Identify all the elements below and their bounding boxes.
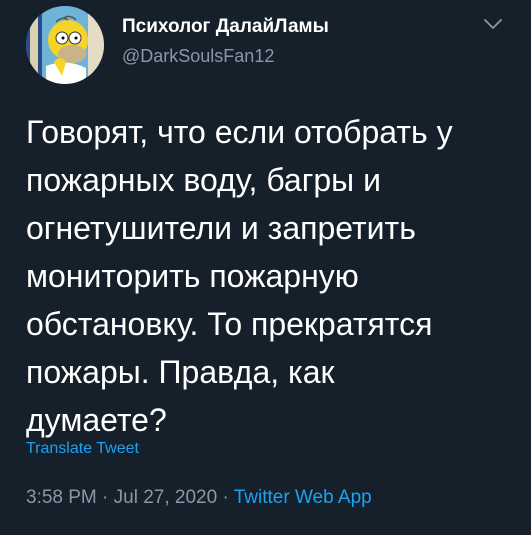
translate-tweet-link[interactable]: Translate Tweet xyxy=(26,440,139,458)
tweet-text-line: пожары. Правда, как xyxy=(26,354,335,390)
author-display-name[interactable]: Психолог ДалайЛамы xyxy=(122,16,329,38)
tweet-text-line: обстановку. То прекратятся xyxy=(26,306,433,342)
tweet-card: Психолог ДалайЛамы @DarkSoulsFan12 Говор… xyxy=(0,0,531,535)
tweet-text-line: мониторить пожарную xyxy=(26,258,359,294)
tweet-text: Говорят, что если отобрать у пожарных во… xyxy=(26,108,506,444)
tweet-menu-button[interactable] xyxy=(481,12,505,36)
meta-separator: · xyxy=(222,487,229,508)
tweet-text-line: огнетушители и запретить xyxy=(26,210,416,246)
tweet-meta: 3:58 PM · Jul 27, 2020 · Twitter Web App xyxy=(26,487,372,509)
tweet-text-line: пожарных воду, багры и xyxy=(26,162,381,198)
tweet-date[interactable]: Jul 27, 2020 xyxy=(114,487,218,508)
tweet-time[interactable]: 3:58 PM xyxy=(26,487,97,508)
tweet-text-line: Говорят, что если отобрать у xyxy=(26,114,453,150)
meta-separator: · xyxy=(102,487,109,508)
chevron-down-icon xyxy=(484,19,502,29)
homer-avatar-icon xyxy=(26,6,104,84)
author-handle[interactable]: @DarkSoulsFan12 xyxy=(122,46,274,67)
avatar[interactable] xyxy=(26,6,104,84)
tweet-text-line: думаете? xyxy=(26,402,167,438)
tweet-source-link[interactable]: Twitter Web App xyxy=(234,487,372,508)
